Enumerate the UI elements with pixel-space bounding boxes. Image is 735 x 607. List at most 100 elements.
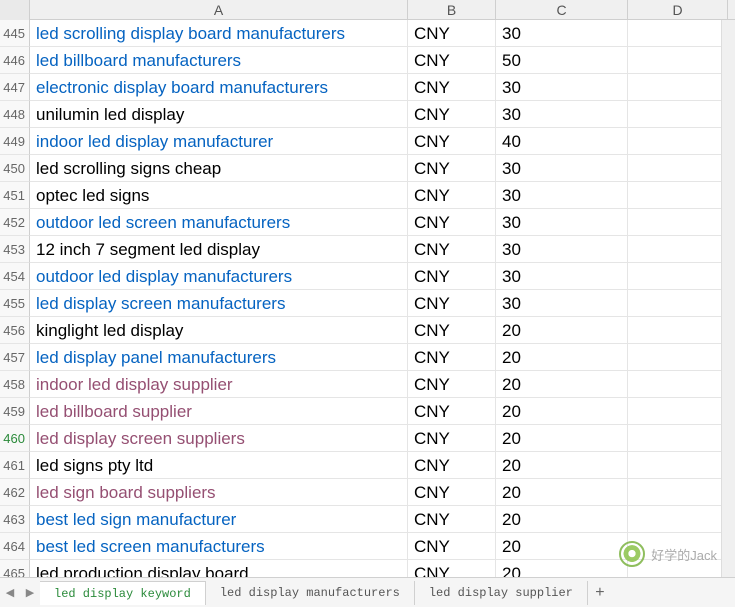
- cell-value[interactable]: 40: [496, 128, 628, 155]
- cell-empty[interactable]: [628, 425, 728, 452]
- cell-value[interactable]: 20: [496, 560, 628, 577]
- row-header[interactable]: 463: [0, 506, 30, 533]
- cell-keyword[interactable]: led signs pty ltd: [30, 452, 408, 479]
- row-header[interactable]: 446: [0, 47, 30, 74]
- col-header-b[interactable]: B: [408, 0, 496, 19]
- row-header[interactable]: 465: [0, 560, 30, 577]
- row-header[interactable]: 458: [0, 371, 30, 398]
- sheet-tab[interactable]: led display keyword: [40, 581, 206, 605]
- cell-value[interactable]: 30: [496, 20, 628, 47]
- cell-empty[interactable]: [628, 20, 728, 47]
- cell-empty[interactable]: [628, 74, 728, 101]
- row-header[interactable]: 450: [0, 155, 30, 182]
- vertical-scrollbar[interactable]: [721, 20, 735, 577]
- cell-value[interactable]: 30: [496, 263, 628, 290]
- cell-keyword[interactable]: led scrolling display board manufacturer…: [30, 20, 408, 47]
- row-header[interactable]: 459: [0, 398, 30, 425]
- cell-currency[interactable]: CNY: [408, 425, 496, 452]
- cell-currency[interactable]: CNY: [408, 398, 496, 425]
- cell-keyword[interactable]: led production display board: [30, 560, 408, 577]
- row-header[interactable]: 453: [0, 236, 30, 263]
- cell-value[interactable]: 30: [496, 74, 628, 101]
- row-header[interactable]: 461: [0, 452, 30, 479]
- cell-keyword[interactable]: 12 inch 7 segment led display: [30, 236, 408, 263]
- cell-value[interactable]: 20: [496, 317, 628, 344]
- cell-empty[interactable]: [628, 317, 728, 344]
- cell-keyword[interactable]: indoor led display manufacturer: [30, 128, 408, 155]
- cell-currency[interactable]: CNY: [408, 344, 496, 371]
- cell-keyword[interactable]: optec led signs: [30, 182, 408, 209]
- cell-value[interactable]: 30: [496, 182, 628, 209]
- cell-currency[interactable]: CNY: [408, 506, 496, 533]
- row-header[interactable]: 452: [0, 209, 30, 236]
- row-header[interactable]: 457: [0, 344, 30, 371]
- cell-keyword[interactable]: outdoor led display manufacturers: [30, 263, 408, 290]
- row-header[interactable]: 451: [0, 182, 30, 209]
- cell-currency[interactable]: CNY: [408, 20, 496, 47]
- cell-empty[interactable]: [628, 452, 728, 479]
- col-header-a[interactable]: A: [30, 0, 408, 19]
- cell-currency[interactable]: CNY: [408, 317, 496, 344]
- cell-keyword[interactable]: led scrolling signs cheap: [30, 155, 408, 182]
- row-header[interactable]: 447: [0, 74, 30, 101]
- cell-value[interactable]: 20: [496, 425, 628, 452]
- cell-value[interactable]: 30: [496, 236, 628, 263]
- cell-currency[interactable]: CNY: [408, 182, 496, 209]
- cell-currency[interactable]: CNY: [408, 560, 496, 577]
- cell-currency[interactable]: CNY: [408, 452, 496, 479]
- cell-keyword[interactable]: led billboard supplier: [30, 398, 408, 425]
- row-header[interactable]: 449: [0, 128, 30, 155]
- col-header-c[interactable]: C: [496, 0, 628, 19]
- cell-value[interactable]: 20: [496, 479, 628, 506]
- cell-empty[interactable]: [628, 344, 728, 371]
- cell-empty[interactable]: [628, 506, 728, 533]
- cell-currency[interactable]: CNY: [408, 236, 496, 263]
- cell-value[interactable]: 20: [496, 533, 628, 560]
- cell-currency[interactable]: CNY: [408, 479, 496, 506]
- cell-currency[interactable]: CNY: [408, 371, 496, 398]
- sheet-tab[interactable]: led display manufacturers: [206, 581, 415, 605]
- tab-nav-prev[interactable]: ◀: [0, 581, 20, 605]
- cell-currency[interactable]: CNY: [408, 128, 496, 155]
- row-header[interactable]: 445: [0, 20, 30, 47]
- row-header[interactable]: 455: [0, 290, 30, 317]
- cell-empty[interactable]: [628, 371, 728, 398]
- cell-keyword[interactable]: indoor led display supplier: [30, 371, 408, 398]
- row-header[interactable]: 448: [0, 101, 30, 128]
- sheet-tab[interactable]: led display supplier: [415, 581, 588, 605]
- cell-keyword[interactable]: led display screen suppliers: [30, 425, 408, 452]
- cell-keyword[interactable]: best led screen manufacturers: [30, 533, 408, 560]
- cell-empty[interactable]: [628, 236, 728, 263]
- cell-value[interactable]: 20: [496, 452, 628, 479]
- cell-keyword[interactable]: unilumin led display: [30, 101, 408, 128]
- cell-keyword[interactable]: electronic display board manufacturers: [30, 74, 408, 101]
- row-header[interactable]: 462: [0, 479, 30, 506]
- cell-empty[interactable]: [628, 128, 728, 155]
- cell-keyword[interactable]: best led sign manufacturer: [30, 506, 408, 533]
- cell-value[interactable]: 50: [496, 47, 628, 74]
- cell-value[interactable]: 30: [496, 101, 628, 128]
- cell-empty[interactable]: [628, 155, 728, 182]
- row-header[interactable]: 456: [0, 317, 30, 344]
- cell-keyword[interactable]: kinglight led display: [30, 317, 408, 344]
- cell-value[interactable]: 20: [496, 398, 628, 425]
- add-sheet-button[interactable]: +: [588, 581, 612, 605]
- cell-value[interactable]: 20: [496, 344, 628, 371]
- cell-empty[interactable]: [628, 263, 728, 290]
- cell-keyword[interactable]: led display screen manufacturers: [30, 290, 408, 317]
- cell-currency[interactable]: CNY: [408, 74, 496, 101]
- cell-empty[interactable]: [628, 209, 728, 236]
- cell-keyword[interactable]: led sign board suppliers: [30, 479, 408, 506]
- select-all-corner[interactable]: [0, 0, 30, 20]
- cell-empty[interactable]: [628, 479, 728, 506]
- cell-value[interactable]: 30: [496, 290, 628, 317]
- cell-value[interactable]: 20: [496, 506, 628, 533]
- row-header[interactable]: 464: [0, 533, 30, 560]
- cell-currency[interactable]: CNY: [408, 263, 496, 290]
- cell-empty[interactable]: [628, 290, 728, 317]
- row-header[interactable]: 460: [0, 425, 30, 452]
- cell-keyword[interactable]: outdoor led screen manufacturers: [30, 209, 408, 236]
- cell-currency[interactable]: CNY: [408, 209, 496, 236]
- cell-currency[interactable]: CNY: [408, 155, 496, 182]
- cell-empty[interactable]: [628, 47, 728, 74]
